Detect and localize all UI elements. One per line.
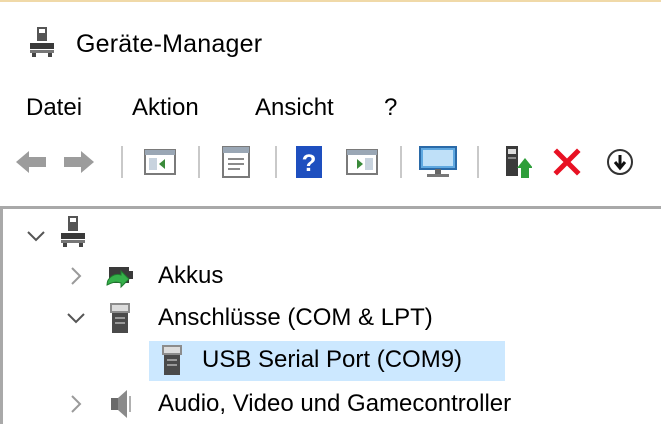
tree-item-akkus[interactable]: Akkus bbox=[3, 257, 661, 297]
toolbar-separator bbox=[121, 146, 123, 178]
help-icon[interactable]: ? bbox=[292, 142, 326, 182]
forward-icon[interactable] bbox=[62, 142, 96, 182]
window-top-border bbox=[0, 0, 661, 2]
menu-aktion[interactable]: Aktion bbox=[132, 94, 199, 122]
properties-icon[interactable] bbox=[218, 142, 254, 182]
update-driver-icon[interactable] bbox=[498, 142, 534, 182]
port-icon bbox=[107, 301, 141, 335]
window-title: Geräte-Manager bbox=[76, 30, 263, 58]
battery-icon bbox=[103, 259, 137, 293]
action-pane-icon[interactable] bbox=[344, 142, 380, 182]
uninstall-icon[interactable] bbox=[550, 142, 584, 182]
show-hide-tree-icon[interactable] bbox=[142, 142, 178, 182]
title-bar: Geräte-Manager bbox=[0, 20, 661, 70]
tree-item-anschluesse[interactable]: Anschlüsse (COM & LPT) bbox=[3, 299, 661, 339]
port-icon bbox=[159, 343, 193, 377]
tree-item-label: Audio, Video und Gamecontroller bbox=[158, 390, 512, 417]
back-icon[interactable] bbox=[14, 142, 48, 182]
toolbar: ? bbox=[0, 136, 661, 188]
tree-item-audio-video[interactable]: Audio, Video und Gamecontroller bbox=[3, 385, 661, 425]
scan-hardware-icon[interactable] bbox=[416, 142, 460, 182]
menu-bar: Datei Aktion Ansicht ? bbox=[0, 86, 661, 130]
toolbar-separator bbox=[400, 146, 402, 178]
chevron-down-icon[interactable] bbox=[65, 307, 87, 329]
chevron-right-icon[interactable] bbox=[65, 265, 87, 287]
svg-text:?: ? bbox=[302, 150, 317, 177]
tree-item-usb-serial-port[interactable]: USB Serial Port (COM9) bbox=[3, 341, 661, 381]
chevron-down-icon[interactable] bbox=[25, 225, 47, 247]
toolbar-separator bbox=[275, 146, 277, 178]
menu-ansicht[interactable]: Ansicht bbox=[255, 94, 334, 122]
tree-item-label: Akkus bbox=[158, 262, 224, 289]
tree-root[interactable] bbox=[3, 215, 661, 257]
tree-item-label: USB Serial Port (COM9) bbox=[202, 346, 463, 373]
menu-help[interactable]: ? bbox=[384, 94, 397, 122]
speaker-icon bbox=[107, 387, 141, 421]
device-tree: Akkus Anschlüsse (COM & LPT) USB Serial … bbox=[3, 209, 661, 424]
device-manager-icon bbox=[28, 26, 58, 58]
toolbar-separator bbox=[477, 146, 479, 178]
toolbar-separator bbox=[198, 146, 200, 178]
disable-device-icon[interactable] bbox=[602, 142, 638, 182]
menu-datei[interactable]: Datei bbox=[26, 94, 82, 122]
chevron-right-icon[interactable] bbox=[65, 393, 87, 415]
tree-item-label: Anschlüsse (COM & LPT) bbox=[158, 304, 433, 331]
computer-icon bbox=[59, 215, 93, 249]
